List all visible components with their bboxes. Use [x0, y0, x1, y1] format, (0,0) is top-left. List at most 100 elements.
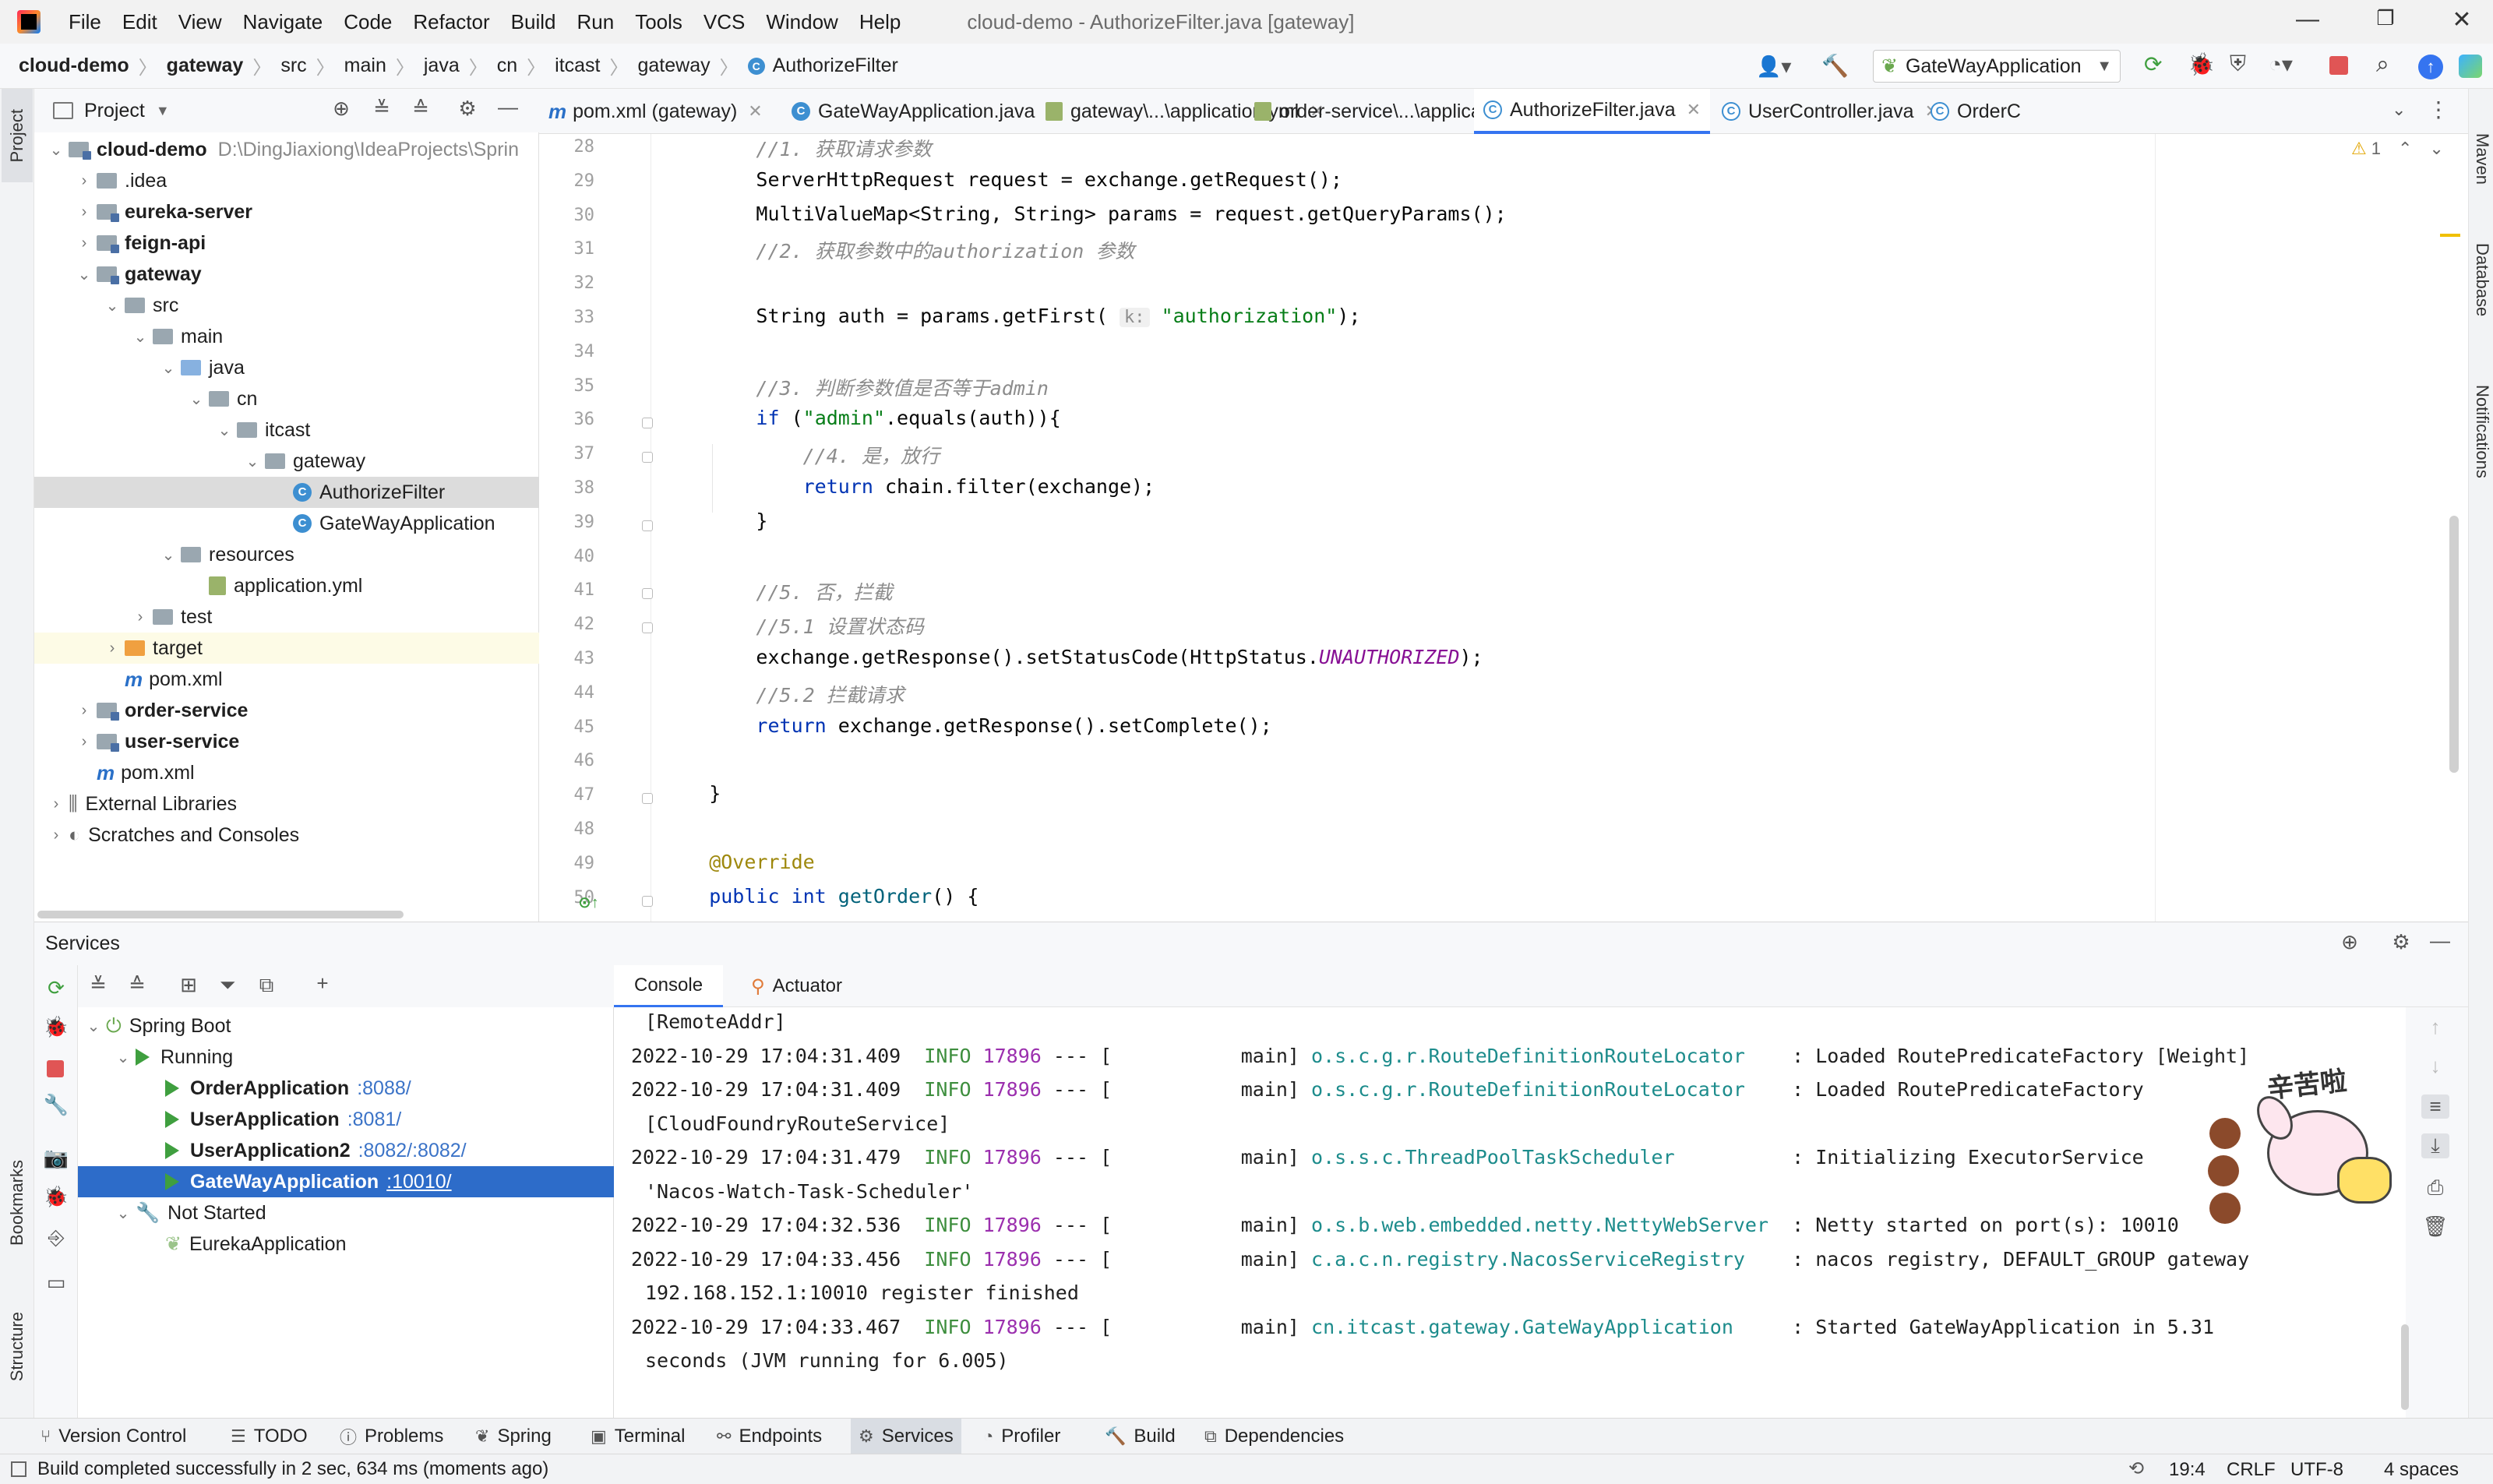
- chevron-down-icon[interactable]: ⌄: [160, 545, 176, 565]
- chevron-down-icon[interactable]: ⌄: [76, 265, 92, 284]
- tree-item-external-libraries[interactable]: › ⫼ External Libraries: [34, 788, 539, 820]
- line-separator[interactable]: CRLF: [2227, 1459, 2276, 1481]
- menu-vcs[interactable]: VCS: [703, 10, 745, 34]
- previous-highlight-icon[interactable]: ⌃: [2398, 139, 2412, 159]
- menu-tools[interactable]: Tools: [635, 10, 682, 34]
- tool-tab-profiler[interactable]: ◔ Profiler: [975, 1419, 1068, 1454]
- hide-icon[interactable]: —: [2426, 929, 2454, 953]
- code-editor[interactable]: 28 29 30 31 32 33 34 35 36 37 38 39 40 41 42 43 44 45 46 47…: [539, 134, 2468, 922]
- scroll-to-end-icon[interactable]: ⤓: [2421, 1133, 2449, 1158]
- tree-item-cloud-demo[interactable]: ⌄ cloud-demo D:\DingJiaxiong\IdeaProjects\…: [34, 134, 539, 165]
- tree-item-application-yml[interactable]: application.yml: [34, 570, 539, 601]
- service-userapplication[interactable]: UserApplication:8081/: [78, 1104, 614, 1135]
- menu-code[interactable]: Code: [344, 10, 392, 34]
- console-output[interactable]: [RemoteAddr] 2022-10-29 17:04:31.409 INFO…: [614, 1007, 2406, 1418]
- menu-navigate[interactable]: Navigate: [243, 10, 323, 34]
- menu-edit[interactable]: Edit: [122, 10, 157, 34]
- hide-icon[interactable]: —: [494, 95, 522, 119]
- chevron-right-icon[interactable]: ›: [76, 733, 92, 751]
- indent-setting[interactable]: 4 spaces: [2384, 1459, 2459, 1481]
- chevron-down-icon[interactable]: ⌄: [48, 140, 64, 160]
- tab-authorizefilter-java[interactable]: C AuthorizeFilter.java ✕: [1474, 89, 1711, 134]
- tree-item-scratches-and-consoles[interactable]: › ◐ Scratches and Consoles: [34, 820, 539, 851]
- chevron-down-icon[interactable]: ⌄: [115, 1048, 131, 1067]
- menu-view[interactable]: View: [178, 10, 222, 34]
- service-port-link[interactable]: :8082/:8082/: [358, 1140, 467, 1162]
- chevron-down-icon[interactable]: ⌄: [189, 390, 204, 409]
- stop-icon[interactable]: [47, 1060, 64, 1077]
- tool-tab-spring[interactable]: ❦ Spring: [467, 1419, 559, 1454]
- scroll-down-icon[interactable]: ↓: [2421, 1054, 2449, 1078]
- chevron-down-icon[interactable]: ⌄: [245, 452, 260, 471]
- service-port-link[interactable]: :8088/: [357, 1077, 411, 1100]
- tab-gatewayapplication-java[interactable]: CGateWayApplication.java✕: [782, 89, 1070, 134]
- add-service-icon[interactable]: +: [309, 971, 337, 996]
- minimize-button[interactable]: —: [2292, 6, 2323, 33]
- breadcrumb-gateway[interactable]: gateway: [167, 55, 244, 77]
- database-tool-button[interactable]: Database: [2470, 221, 2493, 338]
- breadcrumb-java[interactable]: java: [424, 55, 460, 77]
- menu-refactor[interactable]: Refactor: [413, 10, 489, 34]
- tool-tab-problems[interactable]: ⓘ Problems: [332, 1419, 451, 1454]
- plugin-logo-icon[interactable]: [2459, 55, 2482, 78]
- tree-item-order-service[interactable]: › order-service: [34, 695, 539, 726]
- locate-icon[interactable]: ⊕: [327, 97, 355, 121]
- structure-tool-button[interactable]: Structure: [2, 1288, 33, 1405]
- expand-all-icon[interactable]: ≚: [368, 97, 396, 121]
- tree-item-itcast[interactable]: ⌄ itcast: [34, 414, 539, 446]
- debug-icon[interactable]: 🐞: [2188, 51, 2215, 77]
- chevron-right-icon[interactable]: ›: [76, 172, 92, 190]
- service-orderapplication[interactable]: OrderApplication:8088/: [78, 1073, 614, 1104]
- maven-tool-button[interactable]: Maven: [2470, 104, 2493, 213]
- tree-item-src[interactable]: ⌄ src: [34, 290, 539, 321]
- chevron-down-icon[interactable]: ⌄: [217, 421, 232, 440]
- breadcrumb-authorizefilter[interactable]: AuthorizeFilter: [773, 55, 898, 77]
- file-encoding[interactable]: UTF-8: [2290, 1459, 2343, 1481]
- service-not-started[interactable]: ⌄ 🔧 Not Started: [78, 1197, 614, 1228]
- tool-tab-dependencies[interactable]: ⧉ Dependencies: [1197, 1419, 1352, 1454]
- new-tab-icon[interactable]: ⧉: [252, 973, 280, 998]
- locate-icon[interactable]: ⊕: [2336, 930, 2364, 954]
- tree-item-cn[interactable]: ⌄ cn: [34, 383, 539, 414]
- tab-pom-xml-gateway[interactable]: m pom.xml (gateway) ✕: [539, 89, 772, 134]
- tree-item-target[interactable]: › target: [34, 633, 539, 664]
- tool-tab-services[interactable]: ⚙ Services: [851, 1419, 961, 1454]
- layout-icon[interactable]: ▭: [42, 1271, 70, 1295]
- service-userapplication2[interactable]: UserApplication2:8082/:8082/: [78, 1135, 614, 1166]
- service-gatewayapplication[interactable]: GateWayApplication:10010/: [78, 1166, 614, 1197]
- chevron-down-icon[interactable]: ▼: [156, 103, 170, 119]
- tree-item-gateway[interactable]: ⌄ gateway: [34, 259, 539, 290]
- close-window-button[interactable]: ✕: [2446, 6, 2477, 33]
- wrench-icon[interactable]: 🔧: [42, 1093, 70, 1117]
- notifications-tool-button[interactable]: Notifications: [2470, 354, 2493, 509]
- chevron-right-icon[interactable]: ›: [48, 827, 64, 844]
- bookmarks-tool-button[interactable]: Bookmarks: [2, 1140, 33, 1265]
- soft-wrap-icon[interactable]: ≡: [2421, 1094, 2449, 1119]
- filter-icon[interactable]: ⏷: [213, 973, 242, 998]
- more-tabs-icon[interactable]: ⋮: [2428, 97, 2449, 122]
- tree-item-java[interactable]: ⌄ java: [34, 352, 539, 383]
- project-tool-button[interactable]: Project: [2, 89, 33, 182]
- maximize-button[interactable]: ❐: [2370, 6, 2401, 30]
- tree-item-feign-api[interactable]: › feign-api: [34, 227, 539, 259]
- override-method-icon[interactable]: ⊙↑: [578, 893, 599, 912]
- tree-item-resources[interactable]: ⌄ resources: [34, 539, 539, 570]
- breadcrumb-gateway[interactable]: gateway: [638, 55, 711, 77]
- chevron-right-icon[interactable]: ›: [76, 234, 92, 252]
- login-icon[interactable]: ⎆: [42, 1225, 70, 1250]
- tool-tab-terminal[interactable]: ▣ Terminal: [583, 1419, 693, 1454]
- editor-scrollbar[interactable]: [2449, 516, 2459, 773]
- rerun-icon[interactable]: ⟳: [42, 976, 70, 1000]
- expand-all-icon[interactable]: ≚: [84, 973, 112, 997]
- console-tab[interactable]: Console: [614, 965, 724, 1007]
- inspection-widget[interactable]: ⚠ 1 ⌃ ⌄: [2351, 139, 2444, 159]
- next-highlight-icon[interactable]: ⌄: [2429, 139, 2443, 159]
- tab-list-chevron-icon[interactable]: ⌄: [2392, 100, 2406, 120]
- menu-run[interactable]: Run: [577, 10, 614, 34]
- menu-build[interactable]: Build: [511, 10, 556, 34]
- build-hammer-icon[interactable]: 🔨: [1821, 53, 1849, 79]
- chevron-right-icon[interactable]: ›: [132, 608, 148, 626]
- rerun-icon[interactable]: ⟳: [2144, 51, 2162, 77]
- service-port-link[interactable]: :10010/: [386, 1171, 451, 1193]
- chevron-right-icon[interactable]: ›: [76, 702, 92, 720]
